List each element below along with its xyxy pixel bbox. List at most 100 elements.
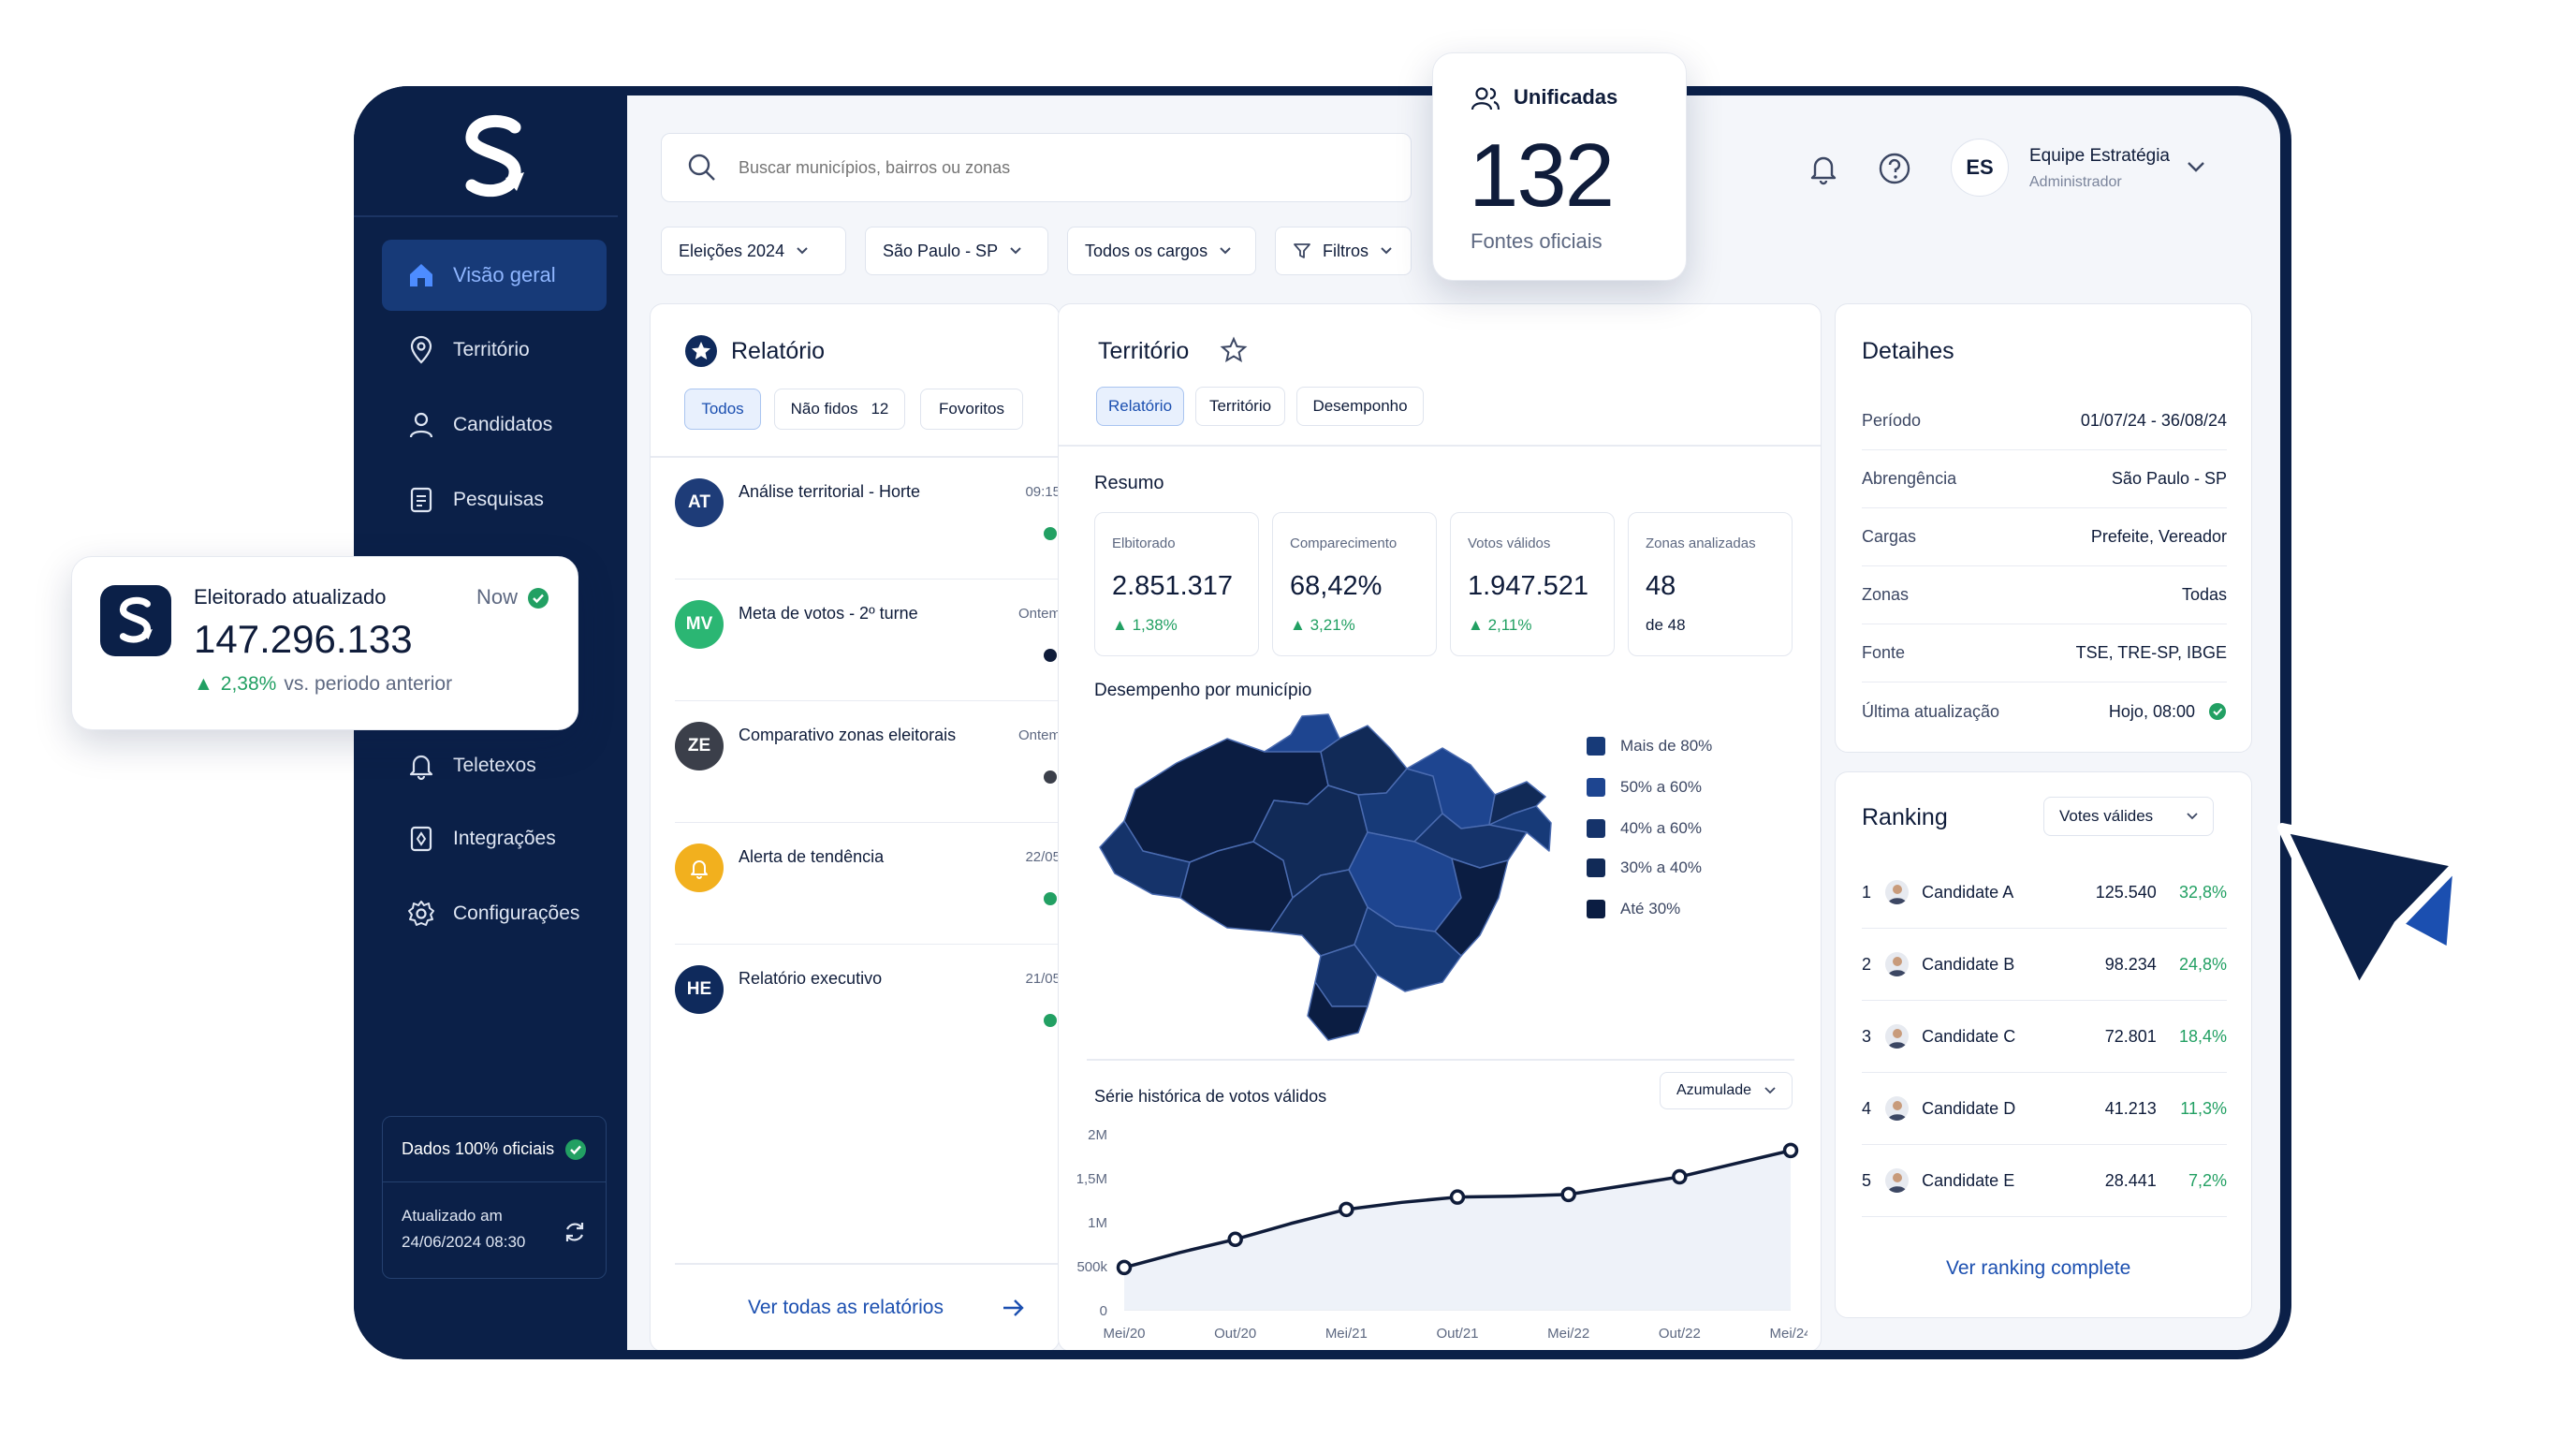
tab-nao-lidos[interactable]: Não fidos 12 xyxy=(774,389,905,430)
ranking-row[interactable]: 2 Candidate B 98.234 24,8% xyxy=(1862,929,2227,1001)
search-input[interactable] xyxy=(739,157,1300,178)
stat-delta-value: 1,38% xyxy=(1132,616,1178,634)
data-point xyxy=(1227,1231,1243,1248)
chevron-down-icon xyxy=(1381,247,1392,255)
detail-value: TSE, TRE-SP, IBGE xyxy=(2075,643,2227,662)
refresh-icon[interactable] xyxy=(563,1220,587,1244)
location-pin-icon xyxy=(410,335,432,364)
filter-election-dropdown[interactable]: Eleições 2024 xyxy=(661,227,846,275)
data-status-label: Dados 100% oficiais xyxy=(402,1139,555,1158)
ranking-row[interactable]: 4 Candidate D 41.213 11,3% xyxy=(1862,1073,2227,1145)
report-list-item[interactable]: AT Análise territorial - Horte 09:15 xyxy=(675,458,1061,580)
report-title: Comparativo zonas eleitorais xyxy=(739,726,957,744)
detail-key: Abrengência xyxy=(1862,469,1957,488)
candidate-name: Candidate D xyxy=(1922,1098,2016,1118)
app-logo-icon xyxy=(119,596,153,643)
tab-relatorio[interactable]: Relatório xyxy=(1096,387,1184,426)
search-box[interactable] xyxy=(661,133,1412,202)
tab-desempenho[interactable]: Desemponho xyxy=(1296,387,1424,426)
legend-swatch xyxy=(1587,737,1605,756)
arrow-right-icon[interactable] xyxy=(1001,1297,1027,1319)
reports-title: Relatório xyxy=(731,338,826,364)
report-list-item[interactable]: ZE Comparativo zonas eleitorais Ontem xyxy=(675,701,1061,823)
filters-button[interactable]: Filtros xyxy=(1275,227,1412,275)
stat-delta: ▲ 1,38% xyxy=(1112,616,1178,635)
candidate-avatar xyxy=(1885,880,1910,904)
legend-label: Até 30% xyxy=(1620,900,1681,917)
chevron-down-icon[interactable] xyxy=(2183,154,2209,180)
stat-delta: ▲ 2,11% xyxy=(1468,616,1532,635)
report-time: 09:15 xyxy=(1025,484,1061,500)
rank-position: 2 xyxy=(1862,954,1872,974)
tab-count: 12 xyxy=(871,400,889,418)
x-tick-label: Out/21 xyxy=(1436,1326,1478,1342)
ranking-row[interactable]: 3 Candidate C 72.801 18,4% xyxy=(1862,1001,2227,1073)
triangle-up-icon: ▲ xyxy=(1468,616,1488,634)
candidate-votes: 41.213 xyxy=(2104,1098,2157,1118)
data-point xyxy=(1116,1259,1133,1276)
stat-delta: ▲ 3,21% xyxy=(1290,616,1355,635)
sidebar-item-pesquisas[interactable]: Pesquisas xyxy=(382,464,607,536)
candidate-avatar xyxy=(1885,1024,1910,1049)
electorate-delta-text: vs. periodo anterior xyxy=(284,673,453,695)
brazil-choropleth-map[interactable] xyxy=(1087,711,1573,1044)
tab-label: Relatório xyxy=(1107,397,1173,415)
candidate-votes: 72.801 xyxy=(2104,1026,2157,1046)
status-dot xyxy=(1044,527,1057,540)
stat-value: 48 xyxy=(1646,571,1676,601)
app-window: Visão geral Território Candidatos Pesqui… xyxy=(354,86,2291,1359)
stat-card-zonas: Zonas analizadas 48 de 48 xyxy=(1628,512,1793,656)
sidebar-item-territorio[interactable]: Território xyxy=(382,315,607,386)
report-list-item[interactable]: MV Meta de votos - 2º turne Ontem xyxy=(675,580,1061,701)
ranking-metric-dropdown[interactable]: Votes válides xyxy=(2043,797,2214,836)
sidebar-item-teletexos[interactable]: Teletexos xyxy=(382,730,607,801)
ranking-metric-label: Votes válides xyxy=(2059,807,2154,825)
tab-todos[interactable]: Todos xyxy=(684,389,761,430)
sidebar-item-integracoes[interactable]: Integrações xyxy=(382,803,607,874)
tab-label: Desemponho xyxy=(1312,397,1408,415)
ranking-row[interactable]: 5 Candidate E 28.441 7,2% xyxy=(1862,1145,2227,1217)
search-icon xyxy=(688,154,715,181)
report-list-item[interactable]: HE Relatório executivo 21/05 xyxy=(675,945,1061,1066)
filter-label: São Paulo - SP xyxy=(883,241,999,260)
view-full-ranking-link[interactable]: Ver ranking complete xyxy=(1946,1257,2130,1280)
candidate-percent: 7,2% xyxy=(2188,1170,2227,1190)
view-all-reports-link[interactable]: Ver todas as relatórios xyxy=(748,1297,944,1319)
chart-mode-dropdown[interactable]: Azumulade xyxy=(1660,1072,1793,1109)
divider xyxy=(1059,445,1821,447)
data-point xyxy=(1449,1189,1466,1205)
user-role: Administrador xyxy=(2029,174,2122,190)
unified-sources-card: Unificadas 132 Fontes oficiais xyxy=(1432,52,1687,281)
sidebar-item-label: Integrações xyxy=(453,828,556,849)
filter-office-dropdown[interactable]: Todos os cargos xyxy=(1067,227,1256,275)
tab-territorio[interactable]: Território xyxy=(1195,387,1285,426)
notifications-bell-icon[interactable] xyxy=(1805,150,1842,187)
main-content: Eleições 2024 São Paulo - SP Todos os ca… xyxy=(627,95,2280,1350)
report-avatar: ZE xyxy=(675,722,724,770)
territory-title: Território xyxy=(1098,338,1190,364)
help-icon[interactable] xyxy=(1876,150,1913,187)
status-dot xyxy=(1044,892,1057,905)
detail-row-zonas: Zonas Todas xyxy=(1862,566,2227,624)
triangle-up-icon: ▲ xyxy=(1290,616,1310,634)
star-badge-icon xyxy=(685,335,717,367)
sidebar-item-visao-geral[interactable]: Visão geral xyxy=(382,240,607,311)
report-list-item[interactable]: Alerta de tendência 22/05 xyxy=(675,823,1061,945)
detail-value: Hojo, 08:00 xyxy=(2108,701,2195,721)
ranking-row[interactable]: 1 Candidate A 125.540 32,8% xyxy=(1862,857,2227,929)
detail-key: Período xyxy=(1862,411,1922,430)
legend-item: Até 30% xyxy=(1587,898,1680,920)
sidebar-item-label: Teletexos xyxy=(453,755,536,776)
x-tick-label: Mei/22 xyxy=(1547,1326,1589,1342)
candidate-avatar xyxy=(1885,1096,1910,1121)
stat-label: Elbitorado xyxy=(1112,536,1176,551)
electorate-update-card: Eleitorado atualizado Now 147.296.133 ▲ … xyxy=(71,556,578,730)
user-avatar[interactable]: ES xyxy=(1951,139,2009,197)
sidebar-item-candidatos[interactable]: Candidatos xyxy=(382,389,607,461)
map-title: Desempenho por município xyxy=(1094,681,1312,700)
tab-favoritos[interactable]: Fovoritos xyxy=(920,389,1023,430)
sidebar-item-configuracoes[interactable]: Configurações xyxy=(382,878,607,949)
filter-location-dropdown[interactable]: São Paulo - SP xyxy=(865,227,1048,275)
data-point xyxy=(1339,1201,1354,1218)
star-outline-icon[interactable] xyxy=(1220,336,1248,364)
